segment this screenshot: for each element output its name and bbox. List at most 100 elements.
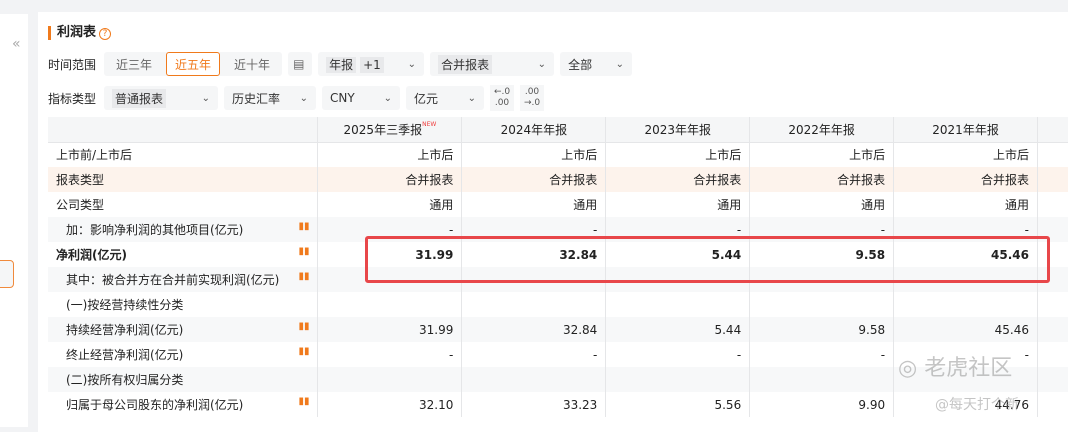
cell-value (605, 292, 751, 317)
cell-value (317, 367, 463, 392)
table-row: 公司类型 通用 通用 通用 通用 通用 (48, 192, 1068, 217)
cell-value: 9.90 (749, 392, 895, 417)
cell-value (893, 292, 1039, 317)
col-header[interactable]: 2021年年报 (893, 117, 1039, 143)
type-select[interactable]: 普通报表 ⌄ (104, 86, 219, 110)
row-label: 公司类型 (48, 192, 319, 217)
title-text: 利润表 (57, 25, 97, 40)
selected-item[interactable] (0, 260, 14, 288)
col-header[interactable]: 2024年年报 (461, 117, 607, 143)
new-badge: NEW (422, 120, 437, 128)
table-row: 持续经营净利润(亿元) ▮▮ 31.99 32.84 5.44 9.58 45.46 (48, 317, 1068, 342)
table-row: (一)按经营持续性分类 (48, 292, 1068, 317)
cell-value: 33.23 (461, 392, 607, 417)
chevron-down-icon: ⌄ (383, 92, 393, 104)
cell-value: 5.56 (605, 392, 751, 417)
currency-select[interactable]: CNY ⌄ (322, 86, 401, 110)
cell-value (749, 367, 895, 392)
time-5y[interactable]: 近五年 (166, 52, 221, 76)
cell-value: 通用 (605, 192, 751, 217)
watermark-user: @每天打个新 (935, 397, 1019, 413)
cell-value (605, 367, 751, 392)
cell-value: 31.99 (317, 317, 463, 342)
cell-value: 上市后 (893, 142, 1039, 167)
bar-chart-icon[interactable]: ▮▮ (298, 321, 309, 332)
cell-value (461, 292, 607, 317)
cell-value: 通用 (893, 192, 1039, 217)
bar-chart-icon[interactable]: ▮▮ (298, 346, 309, 357)
scope-select[interactable]: 全部 ⌄ (560, 52, 633, 76)
table-row: 归属于母公司股东的净利润(亿元) ▮▮ 32.10 33.23 5.56 9.90 44.7… (48, 392, 1068, 417)
cell-value (749, 292, 895, 317)
cell-value: 45.46 (893, 317, 1039, 342)
cell-value: 合并报表 (461, 167, 607, 192)
row-label: 持续经营净利润(亿元) ▮▮ (48, 317, 319, 342)
time-10y[interactable]: 近十年 (226, 52, 279, 76)
bar-chart-icon[interactable]: ▮▮ (298, 246, 309, 257)
type-filter-row: 指标类型 普通报表 ⌄ 历史汇率 ⌄ CNY ⌄ 亿元 ⌄ ←.0 .00 .00 →.… (48, 85, 545, 111)
bar-chart-icon[interactable]: ▮▮ (298, 221, 309, 232)
time-filter-row: 时间范围 近三年 近五年 近十年 ▤ 年报 +1 ⌄ 合并报表 ⌄ 全部 ⌄ (48, 52, 633, 76)
cell-value: 合并报表 (893, 167, 1039, 192)
chevron-down-icon: ⌄ (537, 58, 547, 70)
table-row: 报表类型 合并报表 合并报表 合并报表 合并报表 合并报表 (48, 167, 1068, 192)
cell-value: 通用 (461, 192, 607, 217)
cell-value: 9.58 (749, 317, 895, 342)
cell-value: 合并报表 (605, 167, 751, 192)
col-header[interactable]: 2023年年报 (605, 117, 751, 143)
collapse-icon[interactable]: « (12, 36, 21, 52)
unit-select[interactable]: 亿元 ⌄ (406, 86, 485, 110)
calendar-icon[interactable]: ▤ (288, 52, 313, 76)
indicator-type-label: 指标类型 (48, 91, 97, 106)
cell-value: 合并报表 (749, 167, 895, 192)
cell-value (461, 367, 607, 392)
bar-chart-icon[interactable]: ▮▮ (298, 271, 309, 282)
cell-value: - (749, 342, 895, 367)
cell-value: 通用 (749, 192, 895, 217)
cell-value: 合并报表 (317, 167, 463, 192)
cell-value: 上市后 (317, 142, 463, 167)
chevron-down-icon: ⌄ (467, 92, 477, 104)
increase-decimal-button[interactable]: .00 →.0 (520, 85, 545, 111)
header-label (48, 117, 319, 143)
cell-value: 上市后 (749, 142, 895, 167)
row-label: 上市前/上市后 (48, 142, 319, 167)
left-sidebar: « (0, 14, 28, 427)
row-label: (二)按所有权归属分类 (48, 367, 319, 392)
time-3y[interactable]: 近三年 (108, 52, 161, 76)
row-label: 归属于母公司股东的净利润(亿元) ▮▮ (48, 392, 319, 417)
panel-title: 利润表? (48, 25, 112, 40)
cell-value: 通用 (317, 192, 463, 217)
time-range-label: 时间范围 (48, 57, 97, 72)
row-label: 加：影响净利润的其他项目(亿元) ▮▮ (48, 217, 319, 242)
cell-value: 32.84 (461, 317, 607, 342)
cell-value: 上市后 (461, 142, 607, 167)
cell-value: - (461, 342, 607, 367)
cell-value: - (605, 342, 751, 367)
col-header[interactable]: 2022年年报 (749, 117, 895, 143)
cell-value (317, 292, 463, 317)
row-label: 净利润(亿元) ▮▮ (48, 242, 319, 267)
cell-value: 32.10 (317, 392, 463, 417)
highlight-box (365, 236, 1050, 283)
cell-value: 上市后 (605, 142, 751, 167)
chevron-down-icon: ⌄ (201, 92, 211, 104)
row-label: 其中：被合并方在合并前实现利润(亿元) ▮▮ (48, 267, 319, 292)
bar-chart-icon[interactable]: ▮▮ (298, 396, 309, 407)
period-select[interactable]: 年报 +1 ⌄ (318, 52, 425, 76)
cell-value: - (317, 342, 463, 367)
chevron-down-icon: ⌄ (615, 58, 625, 70)
chevron-down-icon: ⌄ (299, 92, 309, 104)
row-label: 终止经营净利润(亿元) ▮▮ (48, 342, 319, 367)
row-label: (一)按经营持续性分类 (48, 292, 319, 317)
chevron-down-icon: ⌄ (407, 58, 417, 70)
cell-value: 5.44 (605, 317, 751, 342)
decrease-decimal-button[interactable]: ←.0 .00 (490, 85, 515, 111)
help-icon[interactable]: ? (99, 28, 112, 40)
watermark-logo: ◎ 老虎社区 (898, 356, 1013, 381)
table-row: 上市前/上市后 上市后 上市后 上市后 上市后 上市后 (48, 142, 1068, 167)
row-label: 报表类型 (48, 167, 319, 192)
col-header[interactable]: 2025年三季报NEW (317, 117, 463, 143)
report-select[interactable]: 合并报表 ⌄ (430, 52, 555, 76)
rate-select[interactable]: 历史汇率 ⌄ (224, 86, 317, 110)
